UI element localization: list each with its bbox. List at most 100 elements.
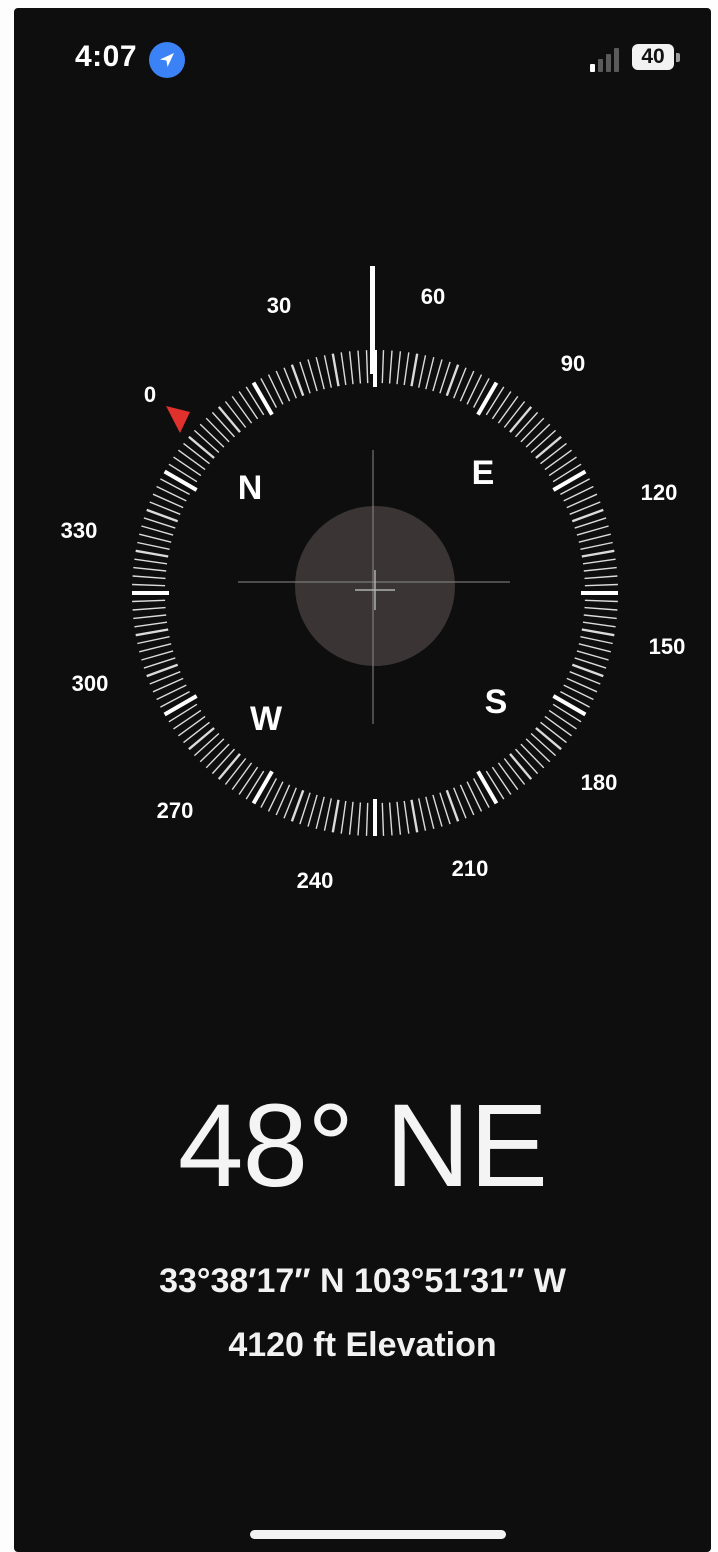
cardinal-north: N (238, 469, 263, 507)
degree-label-210: 210 (452, 856, 489, 881)
compass-tick (530, 429, 557, 454)
degree-label-30: 30 (267, 293, 291, 318)
compass-tick (315, 357, 325, 390)
compass-tick (544, 449, 573, 471)
compass-tick (582, 621, 616, 628)
compass-tick (315, 796, 325, 829)
compass-tick (231, 762, 253, 791)
compass-tick (552, 463, 582, 483)
compass-dial: 0 30 60 90 120 150 180 210 240 270 300 3… (61, 266, 686, 893)
compass-tick (132, 606, 166, 611)
compass-tick (381, 802, 385, 836)
compass-tick (134, 558, 168, 565)
north-marker-icon (166, 406, 190, 433)
compass-tick (365, 802, 369, 836)
compass-tick (497, 395, 519, 424)
compass-tick (410, 353, 419, 387)
compass-tick (503, 758, 526, 785)
compass-tick (231, 395, 253, 424)
compass-tick (323, 798, 332, 831)
compass-tick (525, 738, 551, 763)
compass-tick (224, 401, 247, 428)
compass-tick (432, 359, 443, 392)
compass-tick (396, 801, 402, 835)
home-indicator[interactable] (250, 1530, 506, 1539)
compass-tick (357, 802, 362, 836)
compass-tick (183, 721, 210, 744)
compass-tick (156, 485, 187, 502)
compass-tick (251, 381, 274, 416)
compass-tick (133, 566, 167, 572)
compass-tick (418, 355, 427, 388)
compass-tick (576, 525, 609, 536)
degree-label-0: 0 (144, 382, 156, 407)
compass-tick (132, 583, 166, 587)
degree-label-240: 240 (297, 868, 334, 893)
compass-tick (503, 401, 526, 428)
compass-tick (217, 406, 241, 433)
compass-tick (340, 352, 347, 386)
compass-tick (199, 738, 225, 763)
compass-tick (578, 643, 611, 653)
compass-tick (410, 799, 419, 833)
compass-tick (238, 391, 259, 420)
compass-tick (418, 798, 427, 831)
compass-tick (540, 721, 567, 744)
degree-label-180: 180 (581, 770, 618, 795)
compass-tick (548, 456, 577, 477)
compass-tick (582, 558, 616, 565)
compass-tick (388, 802, 393, 836)
compass-tick (177, 449, 206, 471)
compass-tick (548, 709, 577, 730)
compass-tick (576, 650, 609, 661)
compass-tick (188, 435, 215, 459)
compass-tick (476, 770, 499, 805)
compass-tick (530, 732, 557, 757)
compass-tick (141, 525, 174, 536)
compass-tick (139, 533, 172, 543)
degree-label-150: 150 (649, 634, 686, 659)
compass-tick (348, 351, 354, 385)
elevation-readout: 4120 ft Elevation (228, 1326, 497, 1364)
compass-tick (173, 709, 202, 730)
compass-tick (135, 628, 169, 637)
degree-label-300: 300 (72, 671, 109, 696)
compass-tick (485, 770, 505, 800)
compass-tick (563, 485, 594, 502)
compass-tick (132, 599, 166, 603)
compass-tick (267, 781, 284, 812)
degree-label-60: 60 (421, 284, 445, 309)
degree-label-90: 90 (561, 351, 585, 376)
compass-tick (466, 374, 483, 405)
compass-tick (520, 417, 545, 443)
compass-tick (584, 575, 618, 580)
compass-tick (251, 770, 274, 805)
coordinates-readout: 33°38′17″ N 103°51′31″ W (159, 1262, 566, 1300)
compass-tick (485, 386, 505, 416)
cardinal-west: W (250, 700, 283, 738)
compass-tick (583, 614, 617, 620)
compass-tick (307, 359, 318, 392)
compass-tick (139, 643, 172, 653)
compass-tick (514, 748, 539, 775)
compass-tick (388, 350, 393, 384)
compass-tick (514, 411, 539, 438)
compass-tick (509, 753, 533, 780)
compass-tick (403, 352, 410, 386)
compass-tick (396, 351, 402, 385)
compass-tick (177, 715, 206, 737)
compass-tick (357, 350, 362, 384)
compass-tick (163, 694, 198, 717)
compass-tick (238, 766, 259, 795)
compass-tick (188, 727, 215, 751)
compass-tick (137, 636, 170, 645)
compass-tick (552, 703, 582, 723)
compass-tick (193, 732, 220, 757)
compass-tick (205, 743, 230, 769)
compass-tick (580, 636, 613, 645)
cardinal-east: E (472, 454, 495, 492)
compass-tick (224, 758, 247, 785)
compass-tick (211, 748, 236, 775)
compass-tick (134, 621, 168, 628)
compass-tick (520, 743, 545, 769)
